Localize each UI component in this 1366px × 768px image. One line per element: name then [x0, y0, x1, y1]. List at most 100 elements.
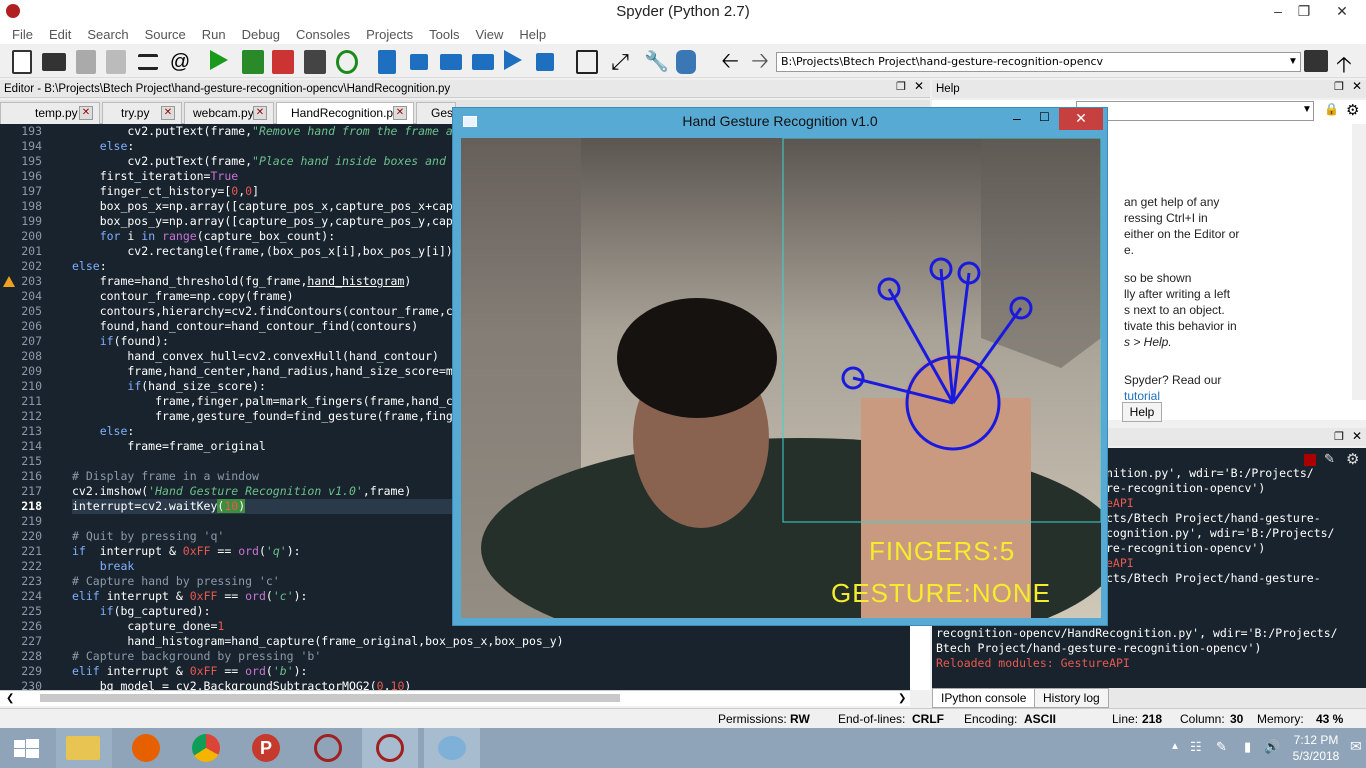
forward-arrow-icon[interactable]: 🡢	[748, 50, 772, 74]
warning-icon[interactable]	[3, 276, 15, 287]
scroll-right-icon[interactable]: ❯	[898, 693, 906, 704]
gear-icon[interactable]: ⚙	[1346, 101, 1359, 119]
at-symbol-icon[interactable]: @	[168, 50, 192, 74]
menu-projects[interactable]: Projects	[358, 27, 421, 42]
line-number: 225	[21, 604, 42, 618]
rerun-icon[interactable]	[336, 50, 358, 74]
file-explorer-icon[interactable]	[56, 728, 112, 768]
clear-console-icon[interactable]: ✎	[1324, 451, 1335, 467]
run-cell-advance-icon[interactable]	[272, 50, 294, 74]
open-folder-icon[interactable]	[42, 53, 66, 71]
help-scrollbar[interactable]	[1352, 124, 1366, 400]
chevron-up-icon[interactable]: ▲	[1170, 741, 1180, 752]
console-tabs: IPython console History log	[932, 688, 1366, 708]
menu-view[interactable]: View	[467, 27, 511, 42]
working-directory-input[interactable]: B:\Projects\Btech Project\hand-gesture-r…	[776, 52, 1301, 72]
editor-horizontal-scrollbar[interactable]: ❮ ❯	[0, 690, 910, 706]
psiphon-icon[interactable]: P	[238, 728, 294, 768]
close-tab-icon[interactable]: ✕	[253, 106, 267, 120]
tab-webcam[interactable]: webcam.py ✕	[184, 102, 274, 124]
menu-search[interactable]: Search	[79, 27, 136, 42]
new-file-icon[interactable]	[12, 50, 32, 74]
windows-start-icon[interactable]	[0, 728, 56, 768]
volume-icon[interactable]: 🔊	[1264, 739, 1280, 755]
step-into-icon[interactable]	[440, 54, 462, 70]
chevron-down-icon[interactable]: ▼	[1288, 56, 1298, 67]
stop-debug-icon[interactable]	[536, 53, 554, 71]
close-pane-icon[interactable]: ✕	[1352, 79, 1362, 93]
maximize-pane-icon[interactable]	[576, 50, 598, 74]
stop-kernel-icon[interactable]	[1304, 454, 1316, 466]
network-icon[interactable]: ☷	[1190, 739, 1202, 755]
menu-tools[interactable]: Tools	[421, 27, 467, 42]
lock-icon[interactable]: 🔒	[1324, 102, 1339, 116]
help-tab-button[interactable]: Help	[1122, 402, 1162, 422]
continue-icon[interactable]	[504, 50, 522, 70]
tab-temp[interactable]: temp.py ✕	[0, 102, 100, 124]
maximize-icon[interactable]: ❐	[1284, 0, 1324, 24]
menu-consoles[interactable]: Consoles	[288, 27, 358, 42]
preferences-wrench-icon[interactable]: 🔧	[644, 50, 669, 74]
close-pane-icon[interactable]: ✕	[914, 79, 924, 93]
fullscreen-icon[interactable]: ⤢	[608, 50, 632, 74]
gear-icon[interactable]: ⚙	[1346, 450, 1359, 468]
close-pane-icon[interactable]: ✕	[1352, 429, 1362, 443]
line-number: 222	[21, 559, 42, 573]
menu-run[interactable]: Run	[194, 27, 234, 42]
menu-debug[interactable]: Debug	[234, 27, 288, 42]
step-icon[interactable]	[410, 54, 428, 70]
taskbar: P ▲ ☷ ✎ ▮ 🔊 7:12 PM 5/3/2018 ✉	[0, 728, 1366, 768]
menu-help[interactable]: Help	[511, 27, 554, 42]
close-icon[interactable]: ✕	[1059, 108, 1103, 130]
title-bar: Spyder (Python 2.7) – ❐ ✕	[0, 0, 1366, 24]
opencv-window[interactable]: Hand Gesture Recognition v1.0 – ☐ ✕ FING…	[452, 107, 1108, 626]
close-icon[interactable]: ✕	[1322, 0, 1362, 24]
menu-edit[interactable]: Edit	[41, 27, 79, 42]
firefox-icon[interactable]	[118, 728, 174, 768]
chevron-down-icon[interactable]: ▼	[1302, 104, 1312, 115]
undock-icon[interactable]: ❐	[896, 80, 906, 93]
maximize-icon[interactable]: ☐	[1039, 110, 1050, 124]
battery-icon[interactable]: ▮	[1244, 739, 1251, 755]
tab-handrecognition[interactable]: HandRecognition.py ✕	[276, 102, 414, 124]
paint-icon[interactable]	[424, 728, 480, 768]
spyder-taskbar-icon[interactable]	[300, 728, 356, 768]
scroll-thumb[interactable]	[40, 694, 620, 702]
browse-folder-icon[interactable]	[1304, 50, 1328, 72]
step-return-icon[interactable]	[472, 54, 494, 70]
back-arrow-icon[interactable]: 🡠	[718, 50, 742, 74]
tab-ipython-console[interactable]: IPython console	[932, 688, 1036, 708]
save-all-icon[interactable]	[106, 50, 126, 74]
help-object-combobox[interactable]	[1076, 101, 1314, 121]
notifications-icon[interactable]: ✉	[1350, 738, 1362, 755]
spyder-active-taskbar-icon[interactable]	[362, 728, 418, 768]
run-icon[interactable]	[210, 50, 228, 70]
line-number: 229	[21, 664, 42, 678]
file-list-icon[interactable]	[138, 54, 158, 70]
line-number: 201	[21, 244, 42, 258]
undock-icon[interactable]: ❐	[1334, 80, 1344, 93]
run-selection-icon[interactable]	[304, 50, 326, 74]
tab-try[interactable]: try.py ✕	[102, 102, 182, 124]
save-icon[interactable]	[76, 50, 96, 74]
line-number: 209	[21, 364, 42, 378]
run-cell-icon[interactable]	[242, 50, 264, 74]
line-number: 215	[21, 454, 42, 468]
line-number: 199	[21, 214, 42, 228]
close-tab-icon[interactable]: ✕	[393, 106, 407, 120]
gesture-label: GESTURE:NONE	[831, 578, 1052, 608]
menu-source[interactable]: Source	[137, 27, 194, 42]
close-tab-icon[interactable]: ✕	[79, 106, 93, 120]
close-tab-icon[interactable]: ✕	[161, 106, 175, 120]
tab-history-log[interactable]: History log	[1034, 688, 1109, 708]
clock[interactable]: 7:12 PM 5/3/2018	[1290, 732, 1342, 764]
debug-icon[interactable]	[378, 50, 396, 74]
python-path-icon[interactable]	[676, 50, 696, 74]
menu-file[interactable]: File	[4, 27, 41, 42]
undock-icon[interactable]: ❐	[1334, 430, 1344, 443]
scroll-left-icon[interactable]: ❮	[6, 693, 14, 704]
language-icon[interactable]: ✎	[1216, 739, 1227, 755]
tab-gest[interactable]: Gest	[416, 102, 456, 124]
minimize-icon[interactable]: –	[1013, 110, 1021, 126]
chrome-icon[interactable]	[178, 728, 234, 768]
